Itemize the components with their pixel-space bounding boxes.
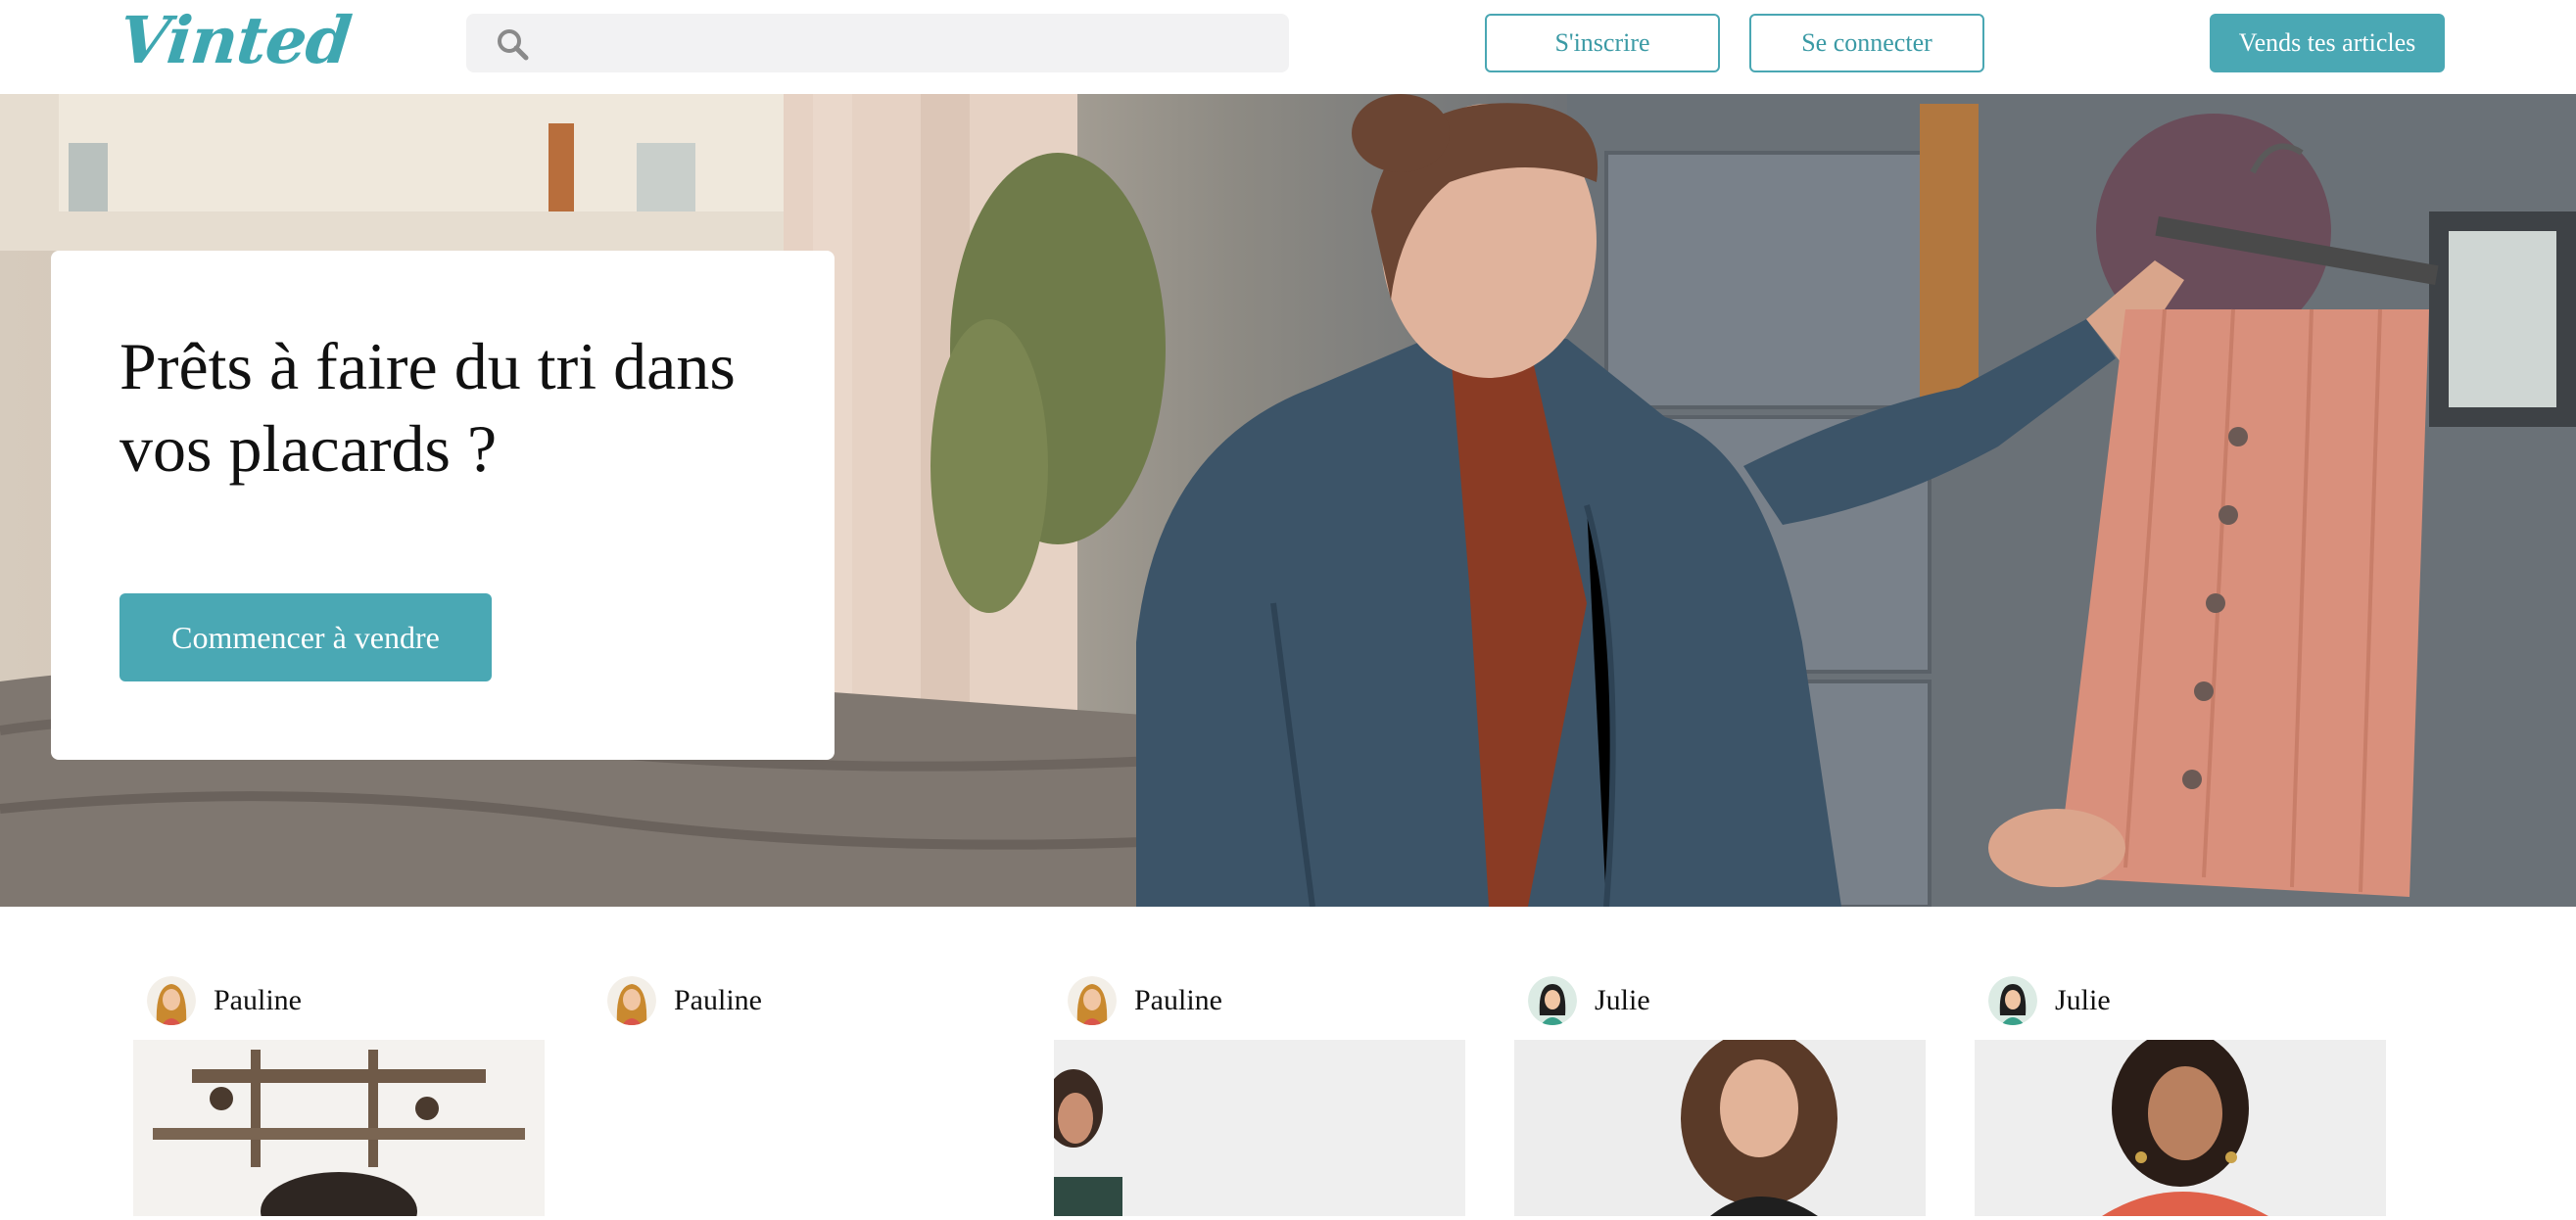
user-row[interactable]: Pauline	[607, 975, 762, 1026]
start-selling-button[interactable]: Commencer à vendre	[119, 593, 492, 681]
item-image	[1054, 1040, 1465, 1216]
item-photo[interactable]	[133, 1040, 545, 1216]
feed-item[interactable]: Pauline	[1054, 975, 1465, 1220]
item-photo[interactable]	[1054, 1040, 1465, 1216]
item-image	[1514, 1040, 1926, 1216]
feed-item[interactable]: Pauline	[133, 975, 545, 1220]
user-row[interactable]: Pauline	[147, 975, 302, 1026]
avatar-julie-icon	[1528, 976, 1577, 1025]
username[interactable]: Pauline	[214, 984, 302, 1017]
username[interactable]: Julie	[1595, 984, 1650, 1017]
login-button[interactable]: Se connecter	[1749, 14, 1984, 72]
item-photo[interactable]	[1514, 1040, 1926, 1216]
hero-card: Prêts à faire du tri dans vos placards ?…	[51, 251, 835, 760]
item-photo[interactable]	[1975, 1040, 2386, 1216]
top-navigation-bar: Vinted S'inscrire Se connecter Vends tes…	[0, 0, 2576, 94]
avatar-pauline-icon	[147, 976, 196, 1025]
search-input[interactable]	[549, 22, 1264, 65]
feed-item[interactable]: Pauline	[594, 975, 1005, 1220]
feed-item[interactable]: Julie	[1975, 975, 2386, 1220]
user-row[interactable]: Julie	[1528, 975, 1650, 1026]
avatar-pauline-icon	[1068, 976, 1117, 1025]
user-row[interactable]: Julie	[1988, 975, 2111, 1026]
search-bar[interactable]	[466, 14, 1289, 72]
item-image	[133, 1040, 545, 1216]
item-photo[interactable]	[594, 1040, 1005, 1216]
user-row[interactable]: Pauline	[1068, 975, 1222, 1026]
item-feed: Pauline Pauline Pauline Julie Julie	[0, 907, 2576, 1216]
username[interactable]: Pauline	[1134, 984, 1222, 1017]
feed-item[interactable]: Julie	[1514, 975, 1926, 1220]
username[interactable]: Pauline	[674, 984, 762, 1017]
item-image	[1975, 1040, 2386, 1216]
search-icon	[498, 29, 529, 61]
avatar-pauline-icon	[607, 976, 656, 1025]
sell-items-button[interactable]: Vends tes articles	[2210, 14, 2445, 72]
username[interactable]: Julie	[2055, 984, 2111, 1017]
hero-title: Prêts à faire du tri dans vos placards ?	[119, 329, 736, 486]
hero-banner: Prêts à faire du tri dans vos placards ?…	[0, 94, 2576, 907]
signup-button[interactable]: S'inscrire	[1485, 14, 1720, 72]
vinted-logo[interactable]: Vinted	[116, 2, 355, 78]
avatar-julie-icon	[1988, 976, 2037, 1025]
